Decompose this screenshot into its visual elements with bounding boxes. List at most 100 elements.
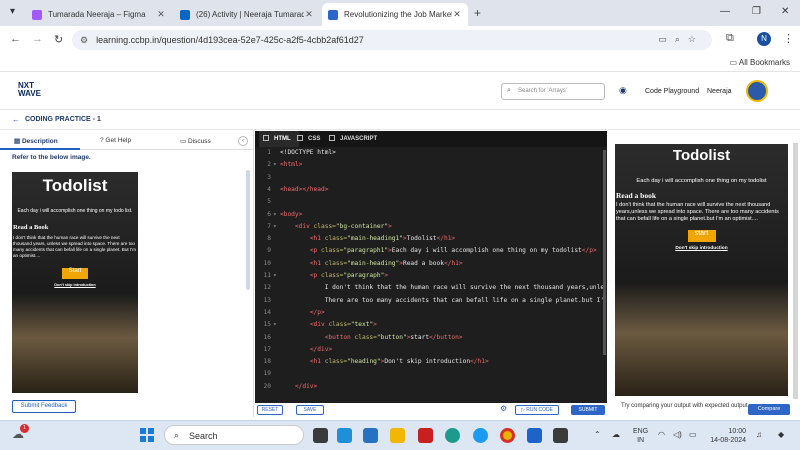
code-line[interactable]: 8 <h1 class="main-heading1">Todolist</h1… <box>255 235 529 247</box>
copilot-icon[interactable]: ◆ <box>778 430 784 439</box>
mcafee-icon[interactable] <box>418 428 433 443</box>
wifi-icon[interactable]: ◠ <box>658 430 665 439</box>
tab-get-help[interactable]: ? Get Help <box>100 137 131 144</box>
code-line[interactable]: 16 <button class="button">start</button> <box>255 334 529 346</box>
code-line[interactable]: 13 There are too many accidents that can… <box>255 297 605 309</box>
code-area[interactable]: 1 <!DOCTYPE html> 2 ▾ <html> 3 4 <head></head> 5… <box>255 149 605 403</box>
code-line[interactable]: 18 <h1 class="heading">Don't skip introd… <box>255 358 529 370</box>
user-name[interactable]: Neeraja <box>707 88 732 95</box>
store-icon[interactable] <box>337 428 352 443</box>
fold-icon[interactable]: ▾ <box>273 321 277 328</box>
code-line[interactable]: 15 ▾ <div class="text"> <box>255 321 529 333</box>
fold-icon[interactable]: ▾ <box>273 161 277 168</box>
code-line[interactable]: 4 <head></head> <box>255 186 529 198</box>
task-view-icon[interactable] <box>313 428 328 443</box>
zoom-icon[interactable]: ⌕ <box>675 34 688 44</box>
code-line[interactable]: 6 ▾ <body> <box>255 211 529 223</box>
close-window-icon[interactable]: ✕ <box>781 6 789 17</box>
browser-tab-ccbp[interactable]: Revolutionizing the Job Market ✕ <box>322 3 468 26</box>
new-tab-button[interactable]: + <box>474 6 481 20</box>
twitter-icon[interactable] <box>473 428 488 443</box>
code-line[interactable]: 19 <box>255 370 529 382</box>
reset-button[interactable]: RESET <box>257 405 283 415</box>
search-input[interactable]: ⌕ Search for 'Arrays' <box>501 83 605 100</box>
code-line[interactable]: 10 <h1 class="main-heading">Read a book<… <box>255 260 529 272</box>
tab-css[interactable]: CSS <box>297 135 320 142</box>
back-arrow-icon[interactable]: ← <box>10 33 21 45</box>
bookmark-star-icon[interactable]: ☆ <box>688 34 704 44</box>
output-pane: Todolist Each day i will accomplish one … <box>607 131 800 417</box>
code-line[interactable]: 17 </div> <box>255 346 529 358</box>
browser-menu-icon[interactable]: ⋮ <box>783 32 794 45</box>
tab-discuss[interactable]: ▭ Discuss <box>180 137 211 145</box>
code-playground-link[interactable]: Code Playground <box>645 88 699 95</box>
preview-subtitle: Each day i will accomplish one thing on … <box>17 208 133 214</box>
run-code-label: RUN CODE <box>526 407 553 413</box>
settings-gear-icon[interactable]: ⚙ <box>500 404 507 413</box>
close-icon[interactable]: ✕ <box>156 9 166 20</box>
compare-button[interactable]: Compare <box>748 404 790 415</box>
battery-icon[interactable]: ▭ <box>689 430 697 439</box>
extensions-icon[interactable]: ⧉ <box>726 32 734 45</box>
submit-button[interactable]: SUBMIT <box>571 405 605 415</box>
code-line[interactable]: 2 ▾ <html> <box>255 161 529 173</box>
code-line[interactable]: 5 <box>255 198 529 210</box>
close-icon[interactable]: ✕ <box>452 9 462 20</box>
code-line[interactable]: 1 <!DOCTYPE html> <box>255 149 529 161</box>
tab-search-icon[interactable]: ▾ <box>10 6 15 17</box>
output-scrollbar[interactable] <box>793 143 798 399</box>
minimize-icon[interactable]: — <box>720 6 730 17</box>
fold-icon[interactable]: ▾ <box>273 272 277 279</box>
site-info-icon[interactable]: ⚙ <box>80 35 88 46</box>
edge-icon[interactable] <box>445 428 460 443</box>
editor-scrollbar[interactable] <box>603 150 606 355</box>
code-line[interactable]: 14 </p> <box>255 309 529 321</box>
forward-arrow-icon[interactable]: → <box>32 33 43 45</box>
streak-icon[interactable]: ◉ <box>619 85 627 96</box>
left-scrollbar[interactable] <box>246 170 250 290</box>
notification-bell-icon[interactable]: ♫ <box>756 430 762 439</box>
tab-html[interactable]: HTML <box>263 135 291 142</box>
close-icon[interactable]: ✕ <box>304 9 314 20</box>
code-line[interactable]: 12 I don't think that the human race wil… <box>255 284 605 296</box>
code-editor[interactable]: HTML CSS JAVASCRIPT 1 <!DOCTYPE html> 2 ▾ <h… <box>255 131 607 403</box>
browser-tab-linkedin[interactable]: (26) Activity | Neeraja Tumarad ✕ <box>174 3 320 26</box>
word-icon[interactable] <box>527 428 542 443</box>
install-icon[interactable]: ▭ <box>658 34 675 44</box>
url-bar[interactable]: ⚙ learning.ccbp.in/question/4d193cea-52e… <box>72 30 712 50</box>
tab-javascript[interactable]: JAVASCRIPT <box>329 135 377 142</box>
app-icon[interactable] <box>363 428 378 443</box>
js-icon <box>329 135 335 141</box>
file-explorer-icon[interactable] <box>390 428 405 443</box>
back-arrow-icon[interactable]: ← <box>12 115 20 124</box>
code-line[interactable]: 9 <p class="paragraph1">Each day i will … <box>255 247 596 259</box>
windows-start-icon[interactable] <box>140 428 154 442</box>
taskbar-search-input[interactable]: ⌕ Search <box>164 425 304 445</box>
code-line[interactable]: 11 ▾ <p class="paragraph"> <box>255 272 529 284</box>
submit-feedback-button[interactable]: Submit Feedback <box>12 400 76 413</box>
run-code-button[interactable]: ▷ RUN CODE <box>515 405 559 415</box>
code-line[interactable]: 20 </div> <box>255 383 529 395</box>
reload-icon[interactable]: ↻ <box>54 33 63 46</box>
language-indicator[interactable]: ENG IN <box>633 427 648 445</box>
maximize-icon[interactable]: ❐ <box>752 6 761 17</box>
code-line[interactable]: 7 ▾ <div class="bg-container"> <box>255 223 529 235</box>
tab-title: Revolutionizing the Job Market <box>344 10 452 19</box>
all-bookmarks-button[interactable]: ▭ All Bookmarks <box>730 58 790 67</box>
tab-description[interactable]: ▤ Description <box>14 137 58 145</box>
user-avatar[interactable] <box>746 80 768 102</box>
volume-icon[interactable]: ◁) <box>673 430 682 439</box>
chrome-icon[interactable] <box>500 428 515 443</box>
app-icon-2[interactable] <box>553 428 568 443</box>
code-line[interactable]: 3 <box>255 174 529 186</box>
collapse-pane-button[interactable]: ‹ <box>238 136 248 146</box>
clock[interactable]: 10:00 14-08-2024 <box>706 427 746 445</box>
tray-chevron-icon[interactable]: ⌃ <box>594 430 601 439</box>
fold-icon[interactable]: ▾ <box>273 223 277 230</box>
onedrive-icon[interactable]: ☁ <box>612 430 620 439</box>
nxtwave-logo[interactable]: NXT WAVE <box>18 82 41 98</box>
browser-tab-figma[interactable]: Tumarada Neeraja – Figma ✕ <box>26 3 172 26</box>
profile-avatar[interactable]: N <box>757 32 771 46</box>
fold-icon[interactable]: ▾ <box>273 211 277 218</box>
save-button[interactable]: SAVE <box>296 405 324 415</box>
